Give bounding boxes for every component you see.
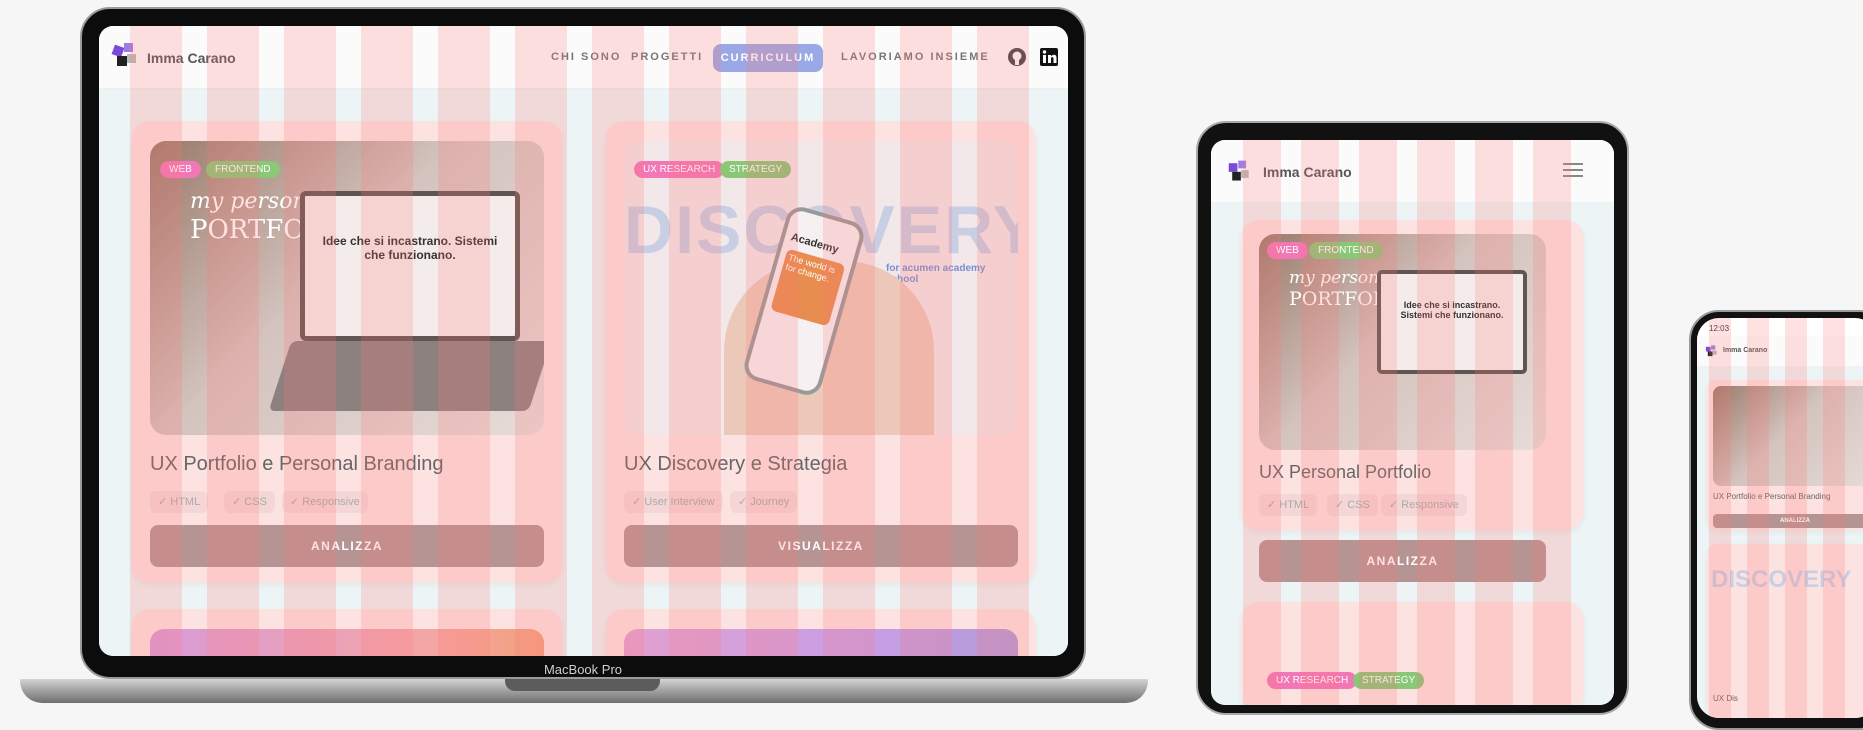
chip-user-interview: ✓ User Interview	[624, 491, 723, 513]
tablet-nav: Imma Carano	[1211, 140, 1614, 202]
laptop-screen: Imma Carano CHI SONO PROGETTI CURRICULUM…	[99, 26, 1068, 656]
analizza-button[interactable]: ANALIZZA	[1713, 514, 1863, 528]
puzzle-logo-icon	[1705, 345, 1717, 357]
tag-ux-research: UX RESEARCH	[634, 161, 725, 178]
next-card-image	[150, 629, 544, 656]
puzzle-logo-icon	[1228, 160, 1249, 181]
card-title: UX Portfolio e Personal Branding	[1713, 492, 1831, 501]
chip-responsive: ✓ Responsive	[1381, 494, 1467, 516]
laptop-mock-screen: Idee che si incastrano. Sistemi che funz…	[1377, 270, 1527, 374]
analizza-button[interactable]: ANALIZZA	[150, 525, 544, 567]
discovery-caption: for acumen academy school	[886, 263, 986, 285]
project-card-next-2[interactable]	[606, 609, 1036, 656]
laptop-mock-keyboard	[268, 341, 544, 411]
portfolio-image	[1713, 386, 1863, 486]
tablet-next-card[interactable]: UX RESEARCH STRATEGY	[1241, 602, 1584, 705]
tag-frontend: FRONTEND	[1309, 242, 1383, 259]
status-time: 12:03	[1709, 324, 1730, 333]
chip-html: ✓ HTML	[1259, 494, 1318, 516]
tag-ux-research: UX RESEARCH	[1267, 672, 1358, 689]
top-nav: Imma Carano CHI SONO PROGETTI CURRICULUM…	[99, 26, 1068, 89]
tag-web: WEB	[1267, 242, 1308, 259]
chip-responsive: ✓ Responsive	[282, 491, 368, 513]
chip-css: ✓ CSS	[224, 491, 275, 513]
phone-content: UX Portfolio e Personal Branding ANALIZZ…	[1697, 366, 1863, 718]
tablet-project-card[interactable]: my personal PORTFOLIO Idee che si incast…	[1241, 220, 1584, 530]
nav-lavoriamo-insieme[interactable]: LAVORIAMO INSIEME	[841, 51, 990, 63]
project-card-discovery[interactable]: DISCOVERY for acumen academy school Acad…	[606, 121, 1036, 583]
card-title: UX Discovery e Strategia	[624, 453, 848, 475]
laptop-hinge	[505, 679, 660, 691]
tag-web: WEB	[160, 161, 201, 178]
nav-chi-sono[interactable]: CHI SONO	[551, 51, 621, 63]
discovery-word: DISCOVERY	[1711, 566, 1852, 593]
portfolio-image: my personal PORTFOLIO Idee che si incast…	[1259, 234, 1546, 450]
chip-css: ✓ CSS	[1327, 494, 1378, 516]
project-card-next-1[interactable]	[132, 609, 562, 656]
hamburger-menu-icon[interactable]	[1563, 162, 1583, 178]
phone-next-card[interactable]: DISCOVERY UX Dis	[1707, 544, 1863, 718]
tag-strategy: STRATEGY	[720, 161, 792, 178]
phone-project-card[interactable]: UX Portfolio e Personal Branding ANALIZZ…	[1707, 380, 1863, 530]
mock-screen-text: Idee che si incastrano. Sistemi che funz…	[1400, 300, 1504, 320]
tablet-content: my personal PORTFOLIO Idee che si incast…	[1211, 202, 1614, 705]
next-card-image	[624, 629, 1018, 656]
chip-journey: ✓ Journey	[730, 491, 798, 513]
mock-screen-text: Idee che si incastrano. Sistemi che funz…	[322, 234, 498, 262]
card-title: UX Dis	[1713, 694, 1738, 703]
projects-grid: my personal PORTFOLIO Idee che si incast…	[99, 89, 1068, 656]
nav-curriculum-button[interactable]: CURRICULUM	[713, 44, 823, 72]
linkedin-icon[interactable]	[1039, 47, 1059, 67]
brand-name[interactable]: Imma Carano	[147, 50, 236, 66]
brand-name[interactable]: Imma Carano	[1263, 164, 1352, 180]
portfolio-image: my personal PORTFOLIO Idee che si incast…	[150, 141, 544, 435]
tablet-screen: Imma Carano my personal PORTFOLIO Idee c…	[1211, 140, 1614, 705]
phone-mockup-text: The world is for change.	[770, 248, 846, 327]
device-label: MacBook Pro	[543, 662, 623, 677]
brand-name[interactable]: Imma Carano	[1723, 347, 1767, 354]
puzzle-logo-icon	[111, 43, 136, 66]
analizza-button[interactable]: ANALIZZA	[1259, 540, 1546, 582]
card-title: UX Personal Portfolio	[1259, 462, 1432, 482]
tag-frontend: FRONTEND	[206, 161, 280, 178]
nav-progetti[interactable]: PROGETTI	[631, 51, 703, 63]
tag-strategy: STRATEGY	[1353, 672, 1425, 689]
card-title: UX Portfolio e Personal Branding	[150, 453, 444, 475]
laptop-mock-screen: Idee che si incastrano. Sistemi che funz…	[300, 191, 520, 341]
github-icon[interactable]	[1007, 47, 1027, 67]
chip-html: ✓ HTML	[150, 491, 209, 513]
project-card-portfolio[interactable]: my personal PORTFOLIO Idee che si incast…	[132, 121, 562, 583]
phone-nav: Imma Carano	[1697, 336, 1863, 366]
phone-screen: 12:03 Imma Carano UX Portfolio e Persona…	[1697, 318, 1863, 718]
visualizza-button[interactable]: VISUALIZZA	[624, 525, 1018, 567]
discovery-image: DISCOVERY for acumen academy school Acad…	[624, 141, 1018, 435]
